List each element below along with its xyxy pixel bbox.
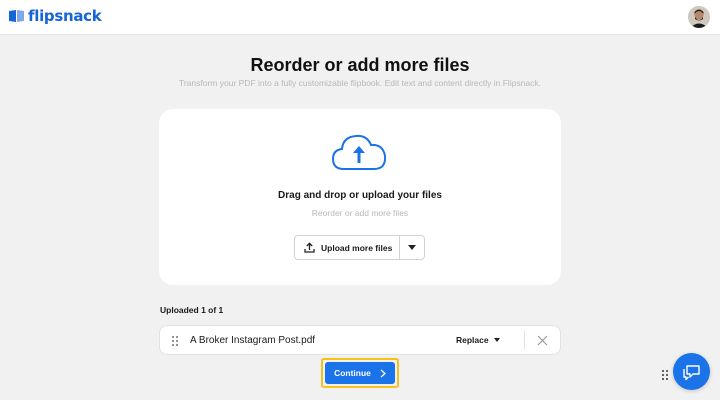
caret-down-icon (408, 245, 416, 250)
upload-button-group: Upload more files (294, 235, 425, 260)
page-title: Reorder or add more files (250, 55, 470, 75)
flipsnack-logo-icon (9, 10, 24, 22)
drag-handle-icon[interactable] (661, 369, 669, 381)
continue-label: Continue (334, 368, 371, 378)
avatar-icon (688, 6, 710, 28)
upload-button-label: Upload more files (321, 242, 393, 253)
divider (524, 330, 525, 350)
replace-button[interactable]: Replace (456, 326, 500, 354)
brand-name: flipsnack (28, 7, 102, 25)
dropzone-subtitle: Reorder or add more files (311, 208, 409, 218)
upload-dropzone[interactable]: Drag and drop or upload your files Reord… (159, 109, 561, 285)
uploaded-count: Uploaded 1 of 1 (160, 305, 224, 315)
cloud-upload-icon (331, 134, 387, 170)
remove-file-button[interactable] (534, 332, 550, 348)
continue-highlight: Continue (321, 358, 399, 388)
top-bar: flipsnack (0, 0, 720, 35)
user-avatar[interactable] (688, 6, 710, 28)
chevron-right-icon (380, 368, 386, 378)
page-subtitle: Transform your PDF into a fully customiz… (178, 78, 542, 88)
caret-down-icon (493, 338, 500, 342)
upload-options-dropdown[interactable] (399, 236, 424, 259)
flipsnack-logo[interactable]: flipsnack (8, 7, 102, 25)
upload-icon (304, 242, 315, 253)
chat-button[interactable] (673, 353, 710, 390)
dropzone-title: Drag and drop or upload your files (278, 190, 442, 201)
continue-button[interactable]: Continue (325, 362, 395, 384)
drag-handle-icon[interactable] (171, 335, 179, 347)
file-row: A Broker Instagram Post.pdf Replace (159, 325, 561, 355)
chat-icon (682, 364, 700, 380)
close-icon (537, 335, 547, 345)
upload-more-files-button[interactable]: Upload more files (295, 236, 399, 259)
file-name: A Broker Instagram Post.pdf (190, 335, 316, 346)
replace-label: Replace (456, 335, 489, 345)
